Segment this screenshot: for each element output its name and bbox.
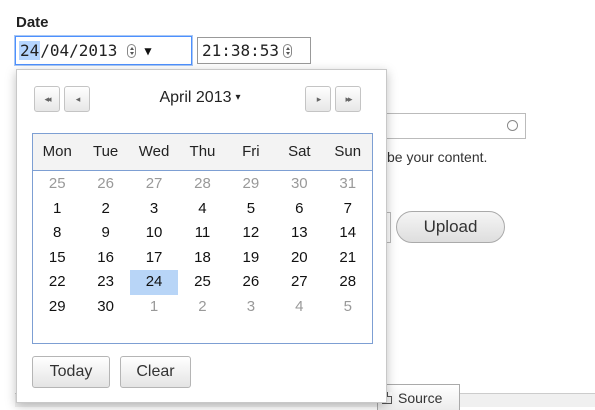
calendar-grid: Mon Tue Wed Thu Fri Sat Sun 25 26 27 28 … [32, 133, 373, 344]
spin-updown-icon[interactable] [283, 43, 293, 58]
day-cell[interactable]: 21 [324, 246, 372, 271]
day-cell[interactable]: 31 [324, 172, 372, 197]
day-cell[interactable]: 2 [178, 295, 226, 320]
week-row: 22 23 24 25 26 27 28 [33, 270, 372, 295]
clear-button[interactable]: Clear [120, 356, 191, 388]
day-cell[interactable]: 6 [275, 197, 323, 222]
day-cell[interactable]: 27 [275, 270, 323, 295]
day-cell[interactable]: 1 [130, 295, 178, 320]
day-cell[interactable]: 12 [227, 221, 275, 246]
day-cell[interactable]: 10 [130, 221, 178, 246]
spin-updown-icon[interactable] [127, 43, 137, 58]
day-cell[interactable]: 2 [81, 197, 129, 222]
day-cell[interactable]: 27 [130, 172, 178, 197]
datepicker-popup: ◂◂ ◂ April 2013 ▾ ▸ ▸▸ Mon Tue Wed Thu Fr… [16, 69, 387, 403]
weekday-sat: Sat [288, 143, 311, 160]
time-value[interactable]: 21:38:53 [202, 41, 279, 60]
week-row: 1 2 3 4 5 6 7 [33, 197, 372, 222]
day-cell[interactable]: 8 [33, 221, 81, 246]
first-page-button[interactable]: ◂◂ [34, 86, 60, 112]
day-cell[interactable]: 18 [178, 246, 226, 271]
date-input[interactable]: 24/04/2013 ▼ [15, 36, 192, 65]
day-cell[interactable]: 16 [81, 246, 129, 271]
day-cell[interactable]: 13 [275, 221, 323, 246]
caret-down-icon: ▾ [235, 92, 241, 103]
source-tab-label: Source [398, 389, 443, 406]
day-cell[interactable]: 25 [33, 172, 81, 197]
day-cell[interactable]: 9 [81, 221, 129, 246]
day-cell[interactable]: 17 [130, 246, 178, 271]
source-tab[interactable]: Source [377, 384, 460, 410]
day-cell[interactable]: 30 [81, 295, 129, 320]
week-row: 25 26 27 28 29 30 31 [33, 172, 372, 197]
day-cell[interactable]: 26 [227, 270, 275, 295]
day-cell[interactable]: 29 [227, 172, 275, 197]
selected-day-cell[interactable]: 24 [129, 270, 179, 295]
double-chevron-left-icon: ◂◂ [44, 93, 51, 104]
chevron-left-icon: ◂ [75, 93, 80, 104]
day-cell[interactable]: 23 [81, 270, 129, 295]
weekday-mon: Mon [42, 143, 72, 160]
day-cell[interactable]: 26 [81, 172, 129, 197]
day-cell[interactable]: 4 [178, 197, 226, 222]
day-cell[interactable]: 25 [178, 270, 226, 295]
time-input[interactable]: 21:38:53 [197, 37, 311, 64]
date-label: Date [16, 14, 49, 31]
week-row: 15 16 17 18 19 20 21 [33, 246, 372, 271]
day-cell[interactable]: 28 [178, 172, 226, 197]
day-cell[interactable]: 30 [275, 172, 323, 197]
date-day-segment[interactable]: 24 [19, 41, 41, 60]
date-month-year-segment[interactable]: /04/2013 [40, 41, 117, 60]
month-year-selector[interactable]: April 2013 ▾ [99, 89, 301, 107]
background-text-field[interactable] [380, 113, 526, 139]
circle-icon [507, 120, 518, 131]
day-cell[interactable]: 5 [324, 295, 372, 320]
day-cell[interactable]: 1 [33, 197, 81, 222]
day-cell[interactable]: 22 [33, 270, 81, 295]
calendar-body: 25 26 27 28 29 30 31 1 2 3 4 5 6 7 8 9 1… [33, 171, 372, 319]
week-row: 29 30 1 2 3 4 5 [33, 295, 372, 320]
next-month-button[interactable]: ▸ [305, 86, 331, 112]
weekday-fri: Fri [242, 143, 260, 160]
field-description: be your content. [387, 149, 488, 165]
day-cell[interactable]: 3 [227, 295, 275, 320]
previous-month-button[interactable]: ◂ [64, 86, 90, 112]
upload-button[interactable]: Upload [396, 211, 505, 243]
chevron-right-icon: ▸ [316, 93, 321, 104]
month-year-label: April 2013 [159, 89, 232, 106]
weekday-header: Mon Tue Wed Thu Fri Sat Sun [33, 134, 372, 171]
day-cell[interactable]: 20 [275, 246, 323, 271]
day-cell[interactable]: 5 [227, 197, 275, 222]
week-row: 8 9 10 11 12 13 14 [33, 221, 372, 246]
day-cell[interactable]: 7 [324, 197, 372, 222]
weekday-tue: Tue [92, 143, 119, 160]
day-cell[interactable]: 15 [33, 246, 81, 271]
triangle-down-icon[interactable]: ▼ [144, 44, 151, 58]
weekday-wed: Wed [138, 143, 170, 160]
day-cell[interactable]: 19 [227, 246, 275, 271]
day-cell[interactable]: 11 [178, 221, 226, 246]
weekday-sun: Sun [334, 143, 362, 160]
day-cell[interactable]: 29 [33, 295, 81, 320]
day-cell[interactable]: 14 [324, 221, 372, 246]
day-cell[interactable]: 3 [130, 197, 178, 222]
weekday-thu: Thu [189, 143, 216, 160]
day-cell[interactable]: 28 [324, 270, 372, 295]
day-cell[interactable]: 4 [275, 295, 323, 320]
last-page-button[interactable]: ▸▸ [335, 86, 361, 112]
double-chevron-right-icon: ▸▸ [345, 93, 352, 104]
today-button[interactable]: Today [32, 356, 110, 388]
